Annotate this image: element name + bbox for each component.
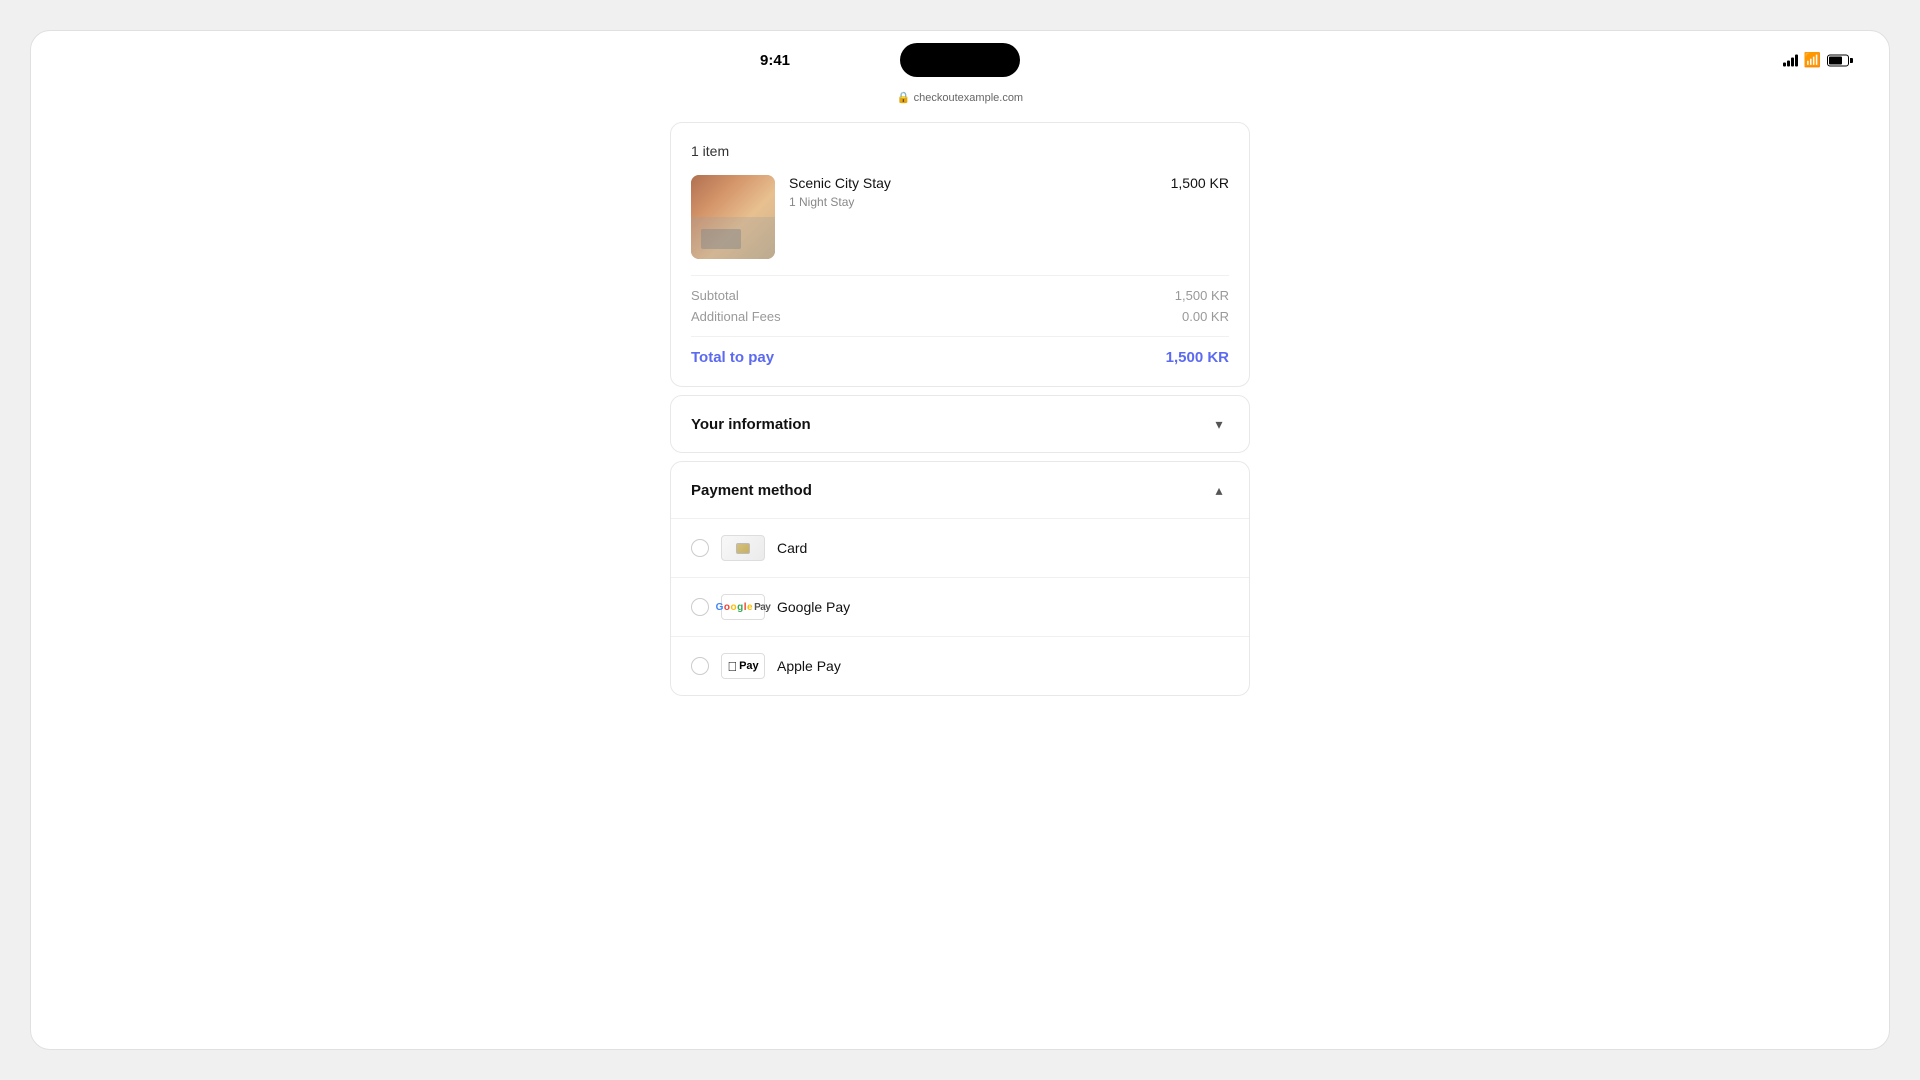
fees-label: Additional Fees bbox=[691, 309, 781, 324]
item-name: Scenic City Stay bbox=[789, 175, 1157, 191]
payment-options-list: Card Google Pay Google Pay bbox=[671, 518, 1249, 695]
googlepay-label: Google Pay bbox=[777, 599, 850, 615]
payment-method-chevron-up-icon: ▴ bbox=[1209, 480, 1229, 500]
item-image bbox=[691, 175, 775, 259]
signal-bars-icon bbox=[1783, 54, 1798, 66]
battery-fill bbox=[1829, 56, 1842, 64]
applepay-label: Apple Pay bbox=[777, 658, 841, 674]
dynamic-island bbox=[900, 43, 1020, 77]
radio-applepay[interactable] bbox=[691, 657, 709, 675]
subtotal-row: Subtotal 1,500 KR bbox=[691, 288, 1229, 303]
subtotal-value: 1,500 KR bbox=[1175, 288, 1229, 303]
fees-row: Additional Fees 0.00 KR bbox=[691, 309, 1229, 324]
status-time: 9:41 bbox=[760, 52, 790, 69]
total-value: 1,500 KR bbox=[1166, 349, 1229, 366]
order-summary-card: 1 item Scenic City Stay 1 Night Stay 1,5… bbox=[670, 122, 1250, 387]
apple-icon:  bbox=[727, 659, 737, 674]
applepay-logo-icon:  Pay bbox=[721, 653, 765, 679]
payment-method-title: Payment method bbox=[691, 482, 812, 499]
card-label: Card bbox=[777, 540, 807, 556]
your-information-title: Your information bbox=[691, 416, 811, 433]
wifi-icon: 📶 bbox=[1804, 52, 1821, 69]
lock-icon: 🔒 bbox=[897, 92, 911, 104]
device-frame: 9:41 📶 🔒 checkoutexample.com 1 item bbox=[30, 30, 1890, 1050]
checkout-container: 1 item Scenic City Stay 1 Night Stay 1,5… bbox=[670, 122, 1250, 696]
payment-method-header[interactable]: Payment method ▴ bbox=[671, 462, 1249, 518]
total-row: Total to pay 1,500 KR bbox=[691, 349, 1229, 366]
url-bar: 🔒 checkoutexample.com bbox=[897, 89, 1023, 112]
total-label: Total to pay bbox=[691, 349, 774, 366]
item-price: 1,500 KR bbox=[1171, 175, 1229, 191]
divider-1 bbox=[691, 275, 1229, 276]
divider-2 bbox=[691, 336, 1229, 337]
googlepay-logo-text: Google Pay bbox=[716, 602, 771, 613]
battery-icon bbox=[1827, 54, 1849, 66]
content-area: 1 item Scenic City Stay 1 Night Stay 1,5… bbox=[31, 112, 1889, 1049]
card-logo-icon bbox=[721, 535, 765, 561]
payment-option-card[interactable]: Card bbox=[671, 519, 1249, 578]
radio-googlepay[interactable] bbox=[691, 598, 709, 616]
payment-method-section: Payment method ▴ Card bbox=[670, 461, 1250, 696]
url-text: checkoutexample.com bbox=[914, 92, 1023, 104]
payment-option-applepay[interactable]:  Pay Apple Pay bbox=[671, 637, 1249, 695]
googlepay-logo-icon: Google Pay bbox=[721, 594, 765, 620]
status-bar: 9:41 📶 bbox=[31, 31, 1889, 89]
subtotal-label: Subtotal bbox=[691, 288, 739, 303]
your-information-section[interactable]: Your information ▾ bbox=[670, 395, 1250, 453]
items-header: 1 item bbox=[691, 143, 1229, 159]
status-icons: 📶 bbox=[1783, 52, 1849, 69]
card-chip-visual bbox=[736, 543, 750, 554]
room-image-visual bbox=[691, 175, 775, 259]
item-details: Scenic City Stay 1 Night Stay bbox=[789, 175, 1157, 209]
radio-card[interactable] bbox=[691, 539, 709, 557]
applepay-logo-text:  Pay bbox=[727, 659, 758, 674]
your-information-header[interactable]: Your information ▾ bbox=[671, 396, 1249, 452]
your-information-chevron-down-icon: ▾ bbox=[1209, 414, 1229, 434]
order-item: Scenic City Stay 1 Night Stay 1,500 KR bbox=[691, 175, 1229, 259]
item-subtitle: 1 Night Stay bbox=[789, 195, 1157, 209]
fees-value: 0.00 KR bbox=[1182, 309, 1229, 324]
payment-option-googlepay[interactable]: Google Pay Google Pay bbox=[671, 578, 1249, 637]
